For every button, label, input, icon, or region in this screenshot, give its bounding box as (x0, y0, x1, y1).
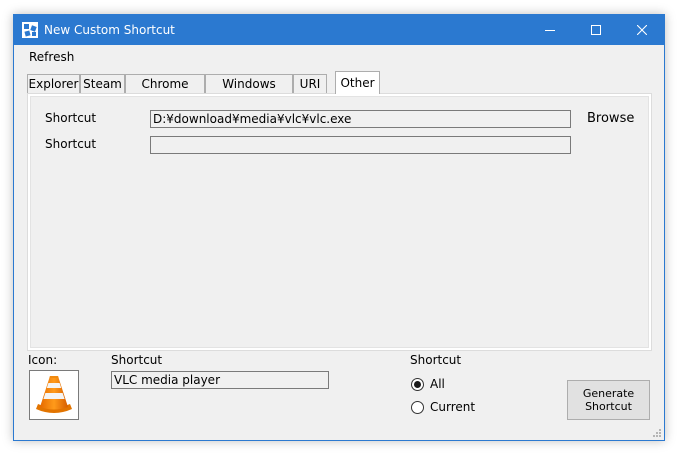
tab-windows-store[interactable]: Windows Store (205, 74, 293, 109)
tab-chrome-apps[interactable]: Chrome Apps (125, 74, 205, 109)
scope-label: Shortcut (410, 353, 462, 367)
vlc-cone-icon (36, 376, 72, 413)
maximize-button[interactable] (573, 15, 619, 45)
display-name-label: Shortcut (111, 353, 163, 367)
scope-option-current[interactable]: Current (411, 399, 475, 415)
shortcut-icon-preview[interactable] (29, 370, 79, 420)
resize-grip-icon[interactable] (652, 428, 662, 438)
radio-all-label: All (430, 377, 445, 391)
app-icon (22, 22, 38, 38)
shortcut-path-input[interactable]: D:¥download¥media¥vlc¥vlc.exe (150, 110, 571, 128)
scope-option-all[interactable]: All (411, 376, 445, 392)
tab-steam[interactable]: Steam (80, 74, 125, 93)
minimize-icon (545, 30, 555, 31)
tab-uri[interactable]: URI (293, 74, 327, 93)
close-icon (637, 25, 647, 35)
shortcut-args-input[interactable] (150, 136, 571, 154)
display-name-input[interactable]: VLC media player (111, 371, 329, 389)
other-tab-panel: Shortcut D:¥download¥media¥vlc¥vlc.exe B… (27, 93, 652, 351)
title-bar[interactable]: New Custom Shortcut (14, 15, 664, 45)
icon-label: Icon: (28, 353, 58, 367)
shortcut-path-label: Shortcut (45, 111, 97, 125)
maximize-icon (591, 25, 601, 35)
menu-bar: Refresh (14, 45, 664, 67)
browse-button[interactable]: Browse (587, 111, 634, 126)
shortcut-args-label: Shortcut (45, 137, 97, 151)
radio-all[interactable] (411, 377, 424, 391)
window-title: New Custom Shortcut (44, 23, 175, 37)
other-tab-content: Shortcut D:¥download¥media¥vlc¥vlc.exe B… (30, 96, 649, 348)
menu-item-refresh[interactable]: Refresh (29, 50, 74, 64)
new-custom-shortcut-window: New Custom Shortcut Refresh Explorer Ste… (13, 14, 665, 441)
radio-current-label: Current (430, 400, 476, 414)
radio-current[interactable] (411, 400, 424, 414)
generate-shortcut-button[interactable]: Generate Shortcut (567, 380, 650, 420)
minimize-button[interactable] (527, 15, 573, 45)
tab-other[interactable]: Other (335, 71, 380, 94)
close-button[interactable] (619, 15, 665, 45)
tab-explorer[interactable]: Explorer (27, 74, 80, 93)
